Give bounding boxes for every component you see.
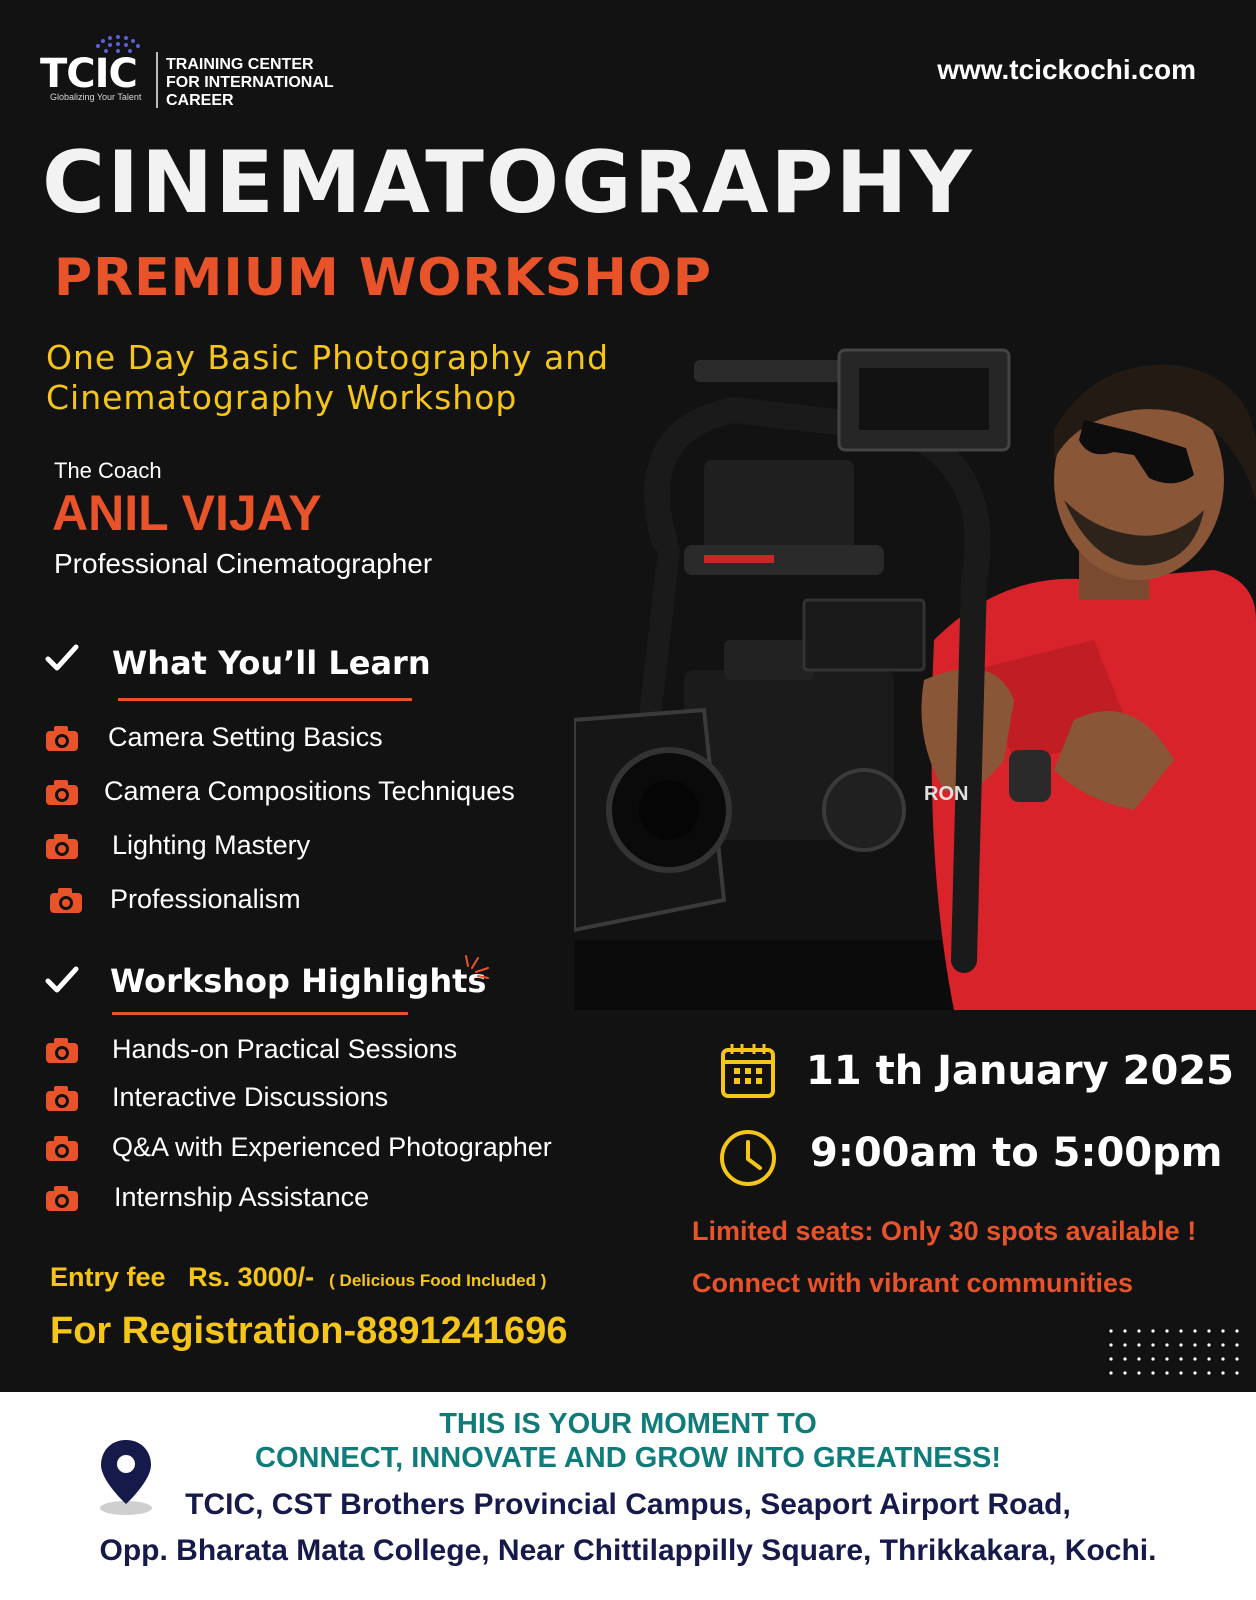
highlight-item-text: Q&A with Experienced Photographer bbox=[112, 1132, 552, 1162]
list-item: Q&A with Experienced Photographer bbox=[44, 1132, 552, 1163]
list-item: Lighting Mastery bbox=[44, 830, 310, 861]
camera-icon bbox=[46, 833, 78, 859]
logo-mark: TCIC bbox=[40, 51, 138, 97]
fee-food-note: ( Delicious Food Included ) bbox=[329, 1271, 547, 1290]
learn-underline bbox=[118, 698, 412, 701]
coach-name: ANIL VIJAY bbox=[52, 485, 322, 541]
camera-icon bbox=[46, 1185, 78, 1211]
learn-item-text: Camera Compositions Techniques bbox=[104, 776, 515, 806]
camera-icon bbox=[50, 887, 82, 913]
camera-icon bbox=[46, 725, 78, 751]
svg-text:RON: RON bbox=[924, 783, 968, 805]
org-line-1: TRAINING CENTER bbox=[166, 56, 314, 73]
registration-phone[interactable]: For Registration-8891241696 bbox=[50, 1310, 567, 1353]
list-item: Camera Setting Basics bbox=[44, 722, 383, 753]
coach-photo: RON bbox=[574, 340, 1256, 1010]
camera-icon bbox=[46, 1135, 78, 1161]
fee-label: Entry fee bbox=[50, 1262, 166, 1292]
main-title: CINEMATOGRAPHY bbox=[42, 133, 974, 233]
org-name: TRAINING CENTER FOR INTERNATIONAL CAREER bbox=[166, 56, 334, 110]
website-link[interactable]: www.tcickochi.com bbox=[937, 54, 1196, 86]
coach-label: The Coach bbox=[54, 458, 162, 483]
footer-headline-2: CONNECT, INNOVATE AND GROW INTO GREATNES… bbox=[255, 1442, 1001, 1474]
list-item: Camera Compositions Techniques bbox=[44, 776, 515, 807]
address-line-2: Opp. Bharata Mata College, Near Chittila… bbox=[99, 1534, 1157, 1567]
check-icon bbox=[45, 644, 79, 671]
learn-item-text: Lighting Mastery bbox=[112, 830, 311, 860]
event-date: 11 th January 2025 bbox=[806, 1048, 1234, 1094]
calendar-icon bbox=[721, 1044, 775, 1098]
learn-item-text: Camera Setting Basics bbox=[108, 722, 383, 752]
highlights-title: Workshop Highlights bbox=[110, 962, 487, 1000]
footer: THIS IS YOUR MOMENT TO CONNECT, INNOVATE… bbox=[0, 1392, 1256, 1600]
footer-headline-1: THIS IS YOUR MOMENT TO bbox=[439, 1408, 817, 1440]
list-item: Internship Assistance bbox=[44, 1182, 369, 1213]
camera-icon bbox=[46, 1085, 78, 1111]
highlight-item-text: Interactive Discussions bbox=[112, 1082, 389, 1112]
clock-icon bbox=[720, 1130, 776, 1186]
highlight-item-text: Internship Assistance bbox=[114, 1182, 370, 1212]
sub-title: PREMIUM WORKSHOP bbox=[54, 248, 713, 308]
highlights-underline bbox=[112, 1012, 408, 1015]
event-time: 9:00am to 5:00pm bbox=[810, 1130, 1223, 1176]
spark-icon bbox=[465, 955, 489, 979]
camera-icon bbox=[46, 1037, 78, 1063]
dot-grid-decoration bbox=[1108, 1328, 1248, 1384]
list-item: Hands-on Practical Sessions bbox=[44, 1034, 457, 1065]
camera-icon bbox=[46, 779, 78, 805]
org-line-3: CAREER bbox=[166, 92, 234, 109]
logo-tagline: Globalizing Your Talent bbox=[50, 92, 142, 102]
org-line-2: FOR INTERNATIONAL bbox=[166, 74, 334, 91]
entry-fee: Entry fee Rs. 3000/- ( Delicious Food In… bbox=[50, 1262, 546, 1293]
highlight-item-text: Hands-on Practical Sessions bbox=[112, 1034, 458, 1064]
check-icon bbox=[45, 966, 79, 993]
community-note: Connect with vibrant communities bbox=[692, 1268, 1134, 1298]
logo-divider bbox=[156, 52, 158, 108]
learn-item-text: Professionalism bbox=[110, 884, 301, 914]
address-line-1: TCIC, CST Brothers Provincial Campus, Se… bbox=[185, 1488, 1071, 1521]
seats-note: Limited seats: Only 30 spots available ! bbox=[692, 1216, 1197, 1246]
list-item: Interactive Discussions bbox=[44, 1082, 388, 1113]
coach-role: Professional Cinematographer bbox=[54, 548, 433, 579]
learn-title: What You’ll Learn bbox=[112, 644, 431, 682]
fee-amount: Rs. 3000/- bbox=[188, 1262, 315, 1292]
list-item: Professionalism bbox=[48, 884, 301, 915]
tcic-logo: TCIC Globalizing Your Talent TRAINING CE… bbox=[40, 34, 370, 114]
